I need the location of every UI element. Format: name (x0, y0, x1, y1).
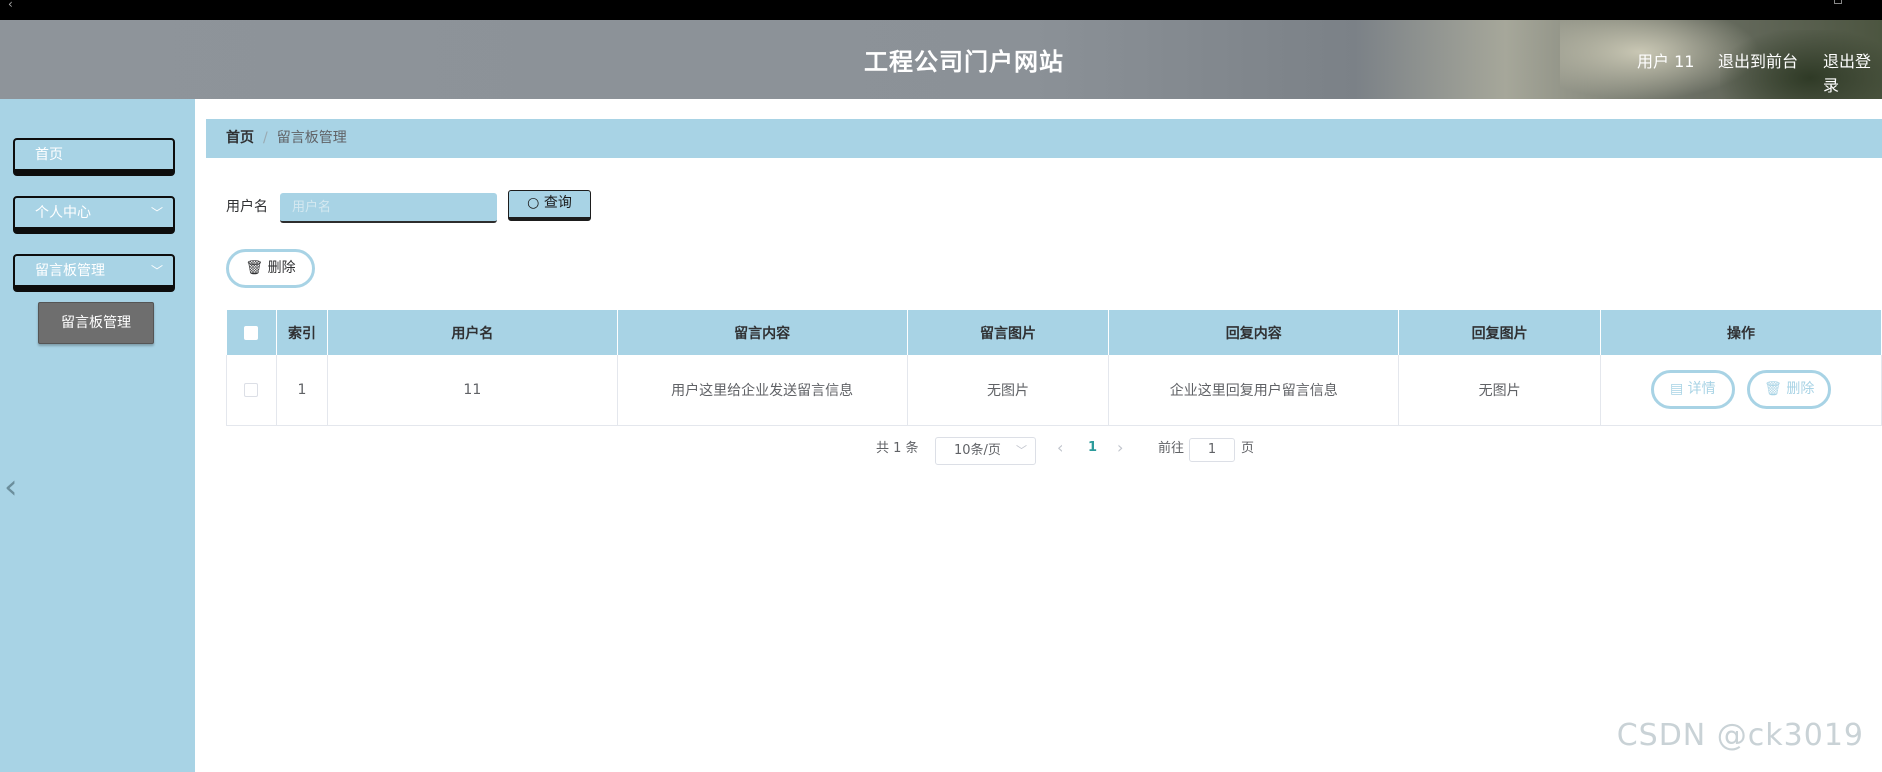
column-header-content: 留言内容 (617, 310, 908, 355)
row-checkbox[interactable] (244, 382, 259, 397)
search-button-label: 查询 (543, 195, 572, 211)
page-size-select[interactable]: 10条/页 ﹀ (935, 437, 1036, 465)
detail-button[interactable]: ▤ 详情 (1650, 370, 1735, 410)
breadcrumb-current: 留言板管理 (276, 130, 347, 146)
sidebar: 首页 个人中心 ﹀ 留言板管理 ﹀ 留言板管理 ‹ (0, 99, 195, 772)
cell-actions: ▤ 详情 🗑 删除 (1600, 355, 1882, 426)
watermark: CSDN @ck3019 (1616, 718, 1864, 753)
cell-reply: 企业这里回复用户留言信息 (1108, 355, 1400, 426)
column-header-index: 索引 (276, 310, 328, 355)
sidebar-item-label: 个人中心 (35, 205, 91, 221)
breadcrumb-home[interactable]: 首页 (226, 130, 254, 146)
row-delete-label: 删除 (1786, 381, 1815, 398)
column-header-reply-image: 回复图片 (1398, 310, 1602, 355)
search-button[interactable]: ○ 查询 (508, 190, 591, 221)
sidebar-item-message-board[interactable]: 留言板管理 ﹀ (13, 254, 175, 292)
page-size-value: 10条/页 (954, 443, 1001, 458)
search-username-label: 用户名 (226, 199, 268, 215)
document-icon: ▤ (1669, 381, 1684, 398)
pagination-total: 共 1 条 (876, 441, 919, 456)
sidebar-item-personal-center[interactable]: 个人中心 ﹀ (13, 196, 175, 234)
chevron-down-icon: ﹀ (150, 264, 163, 278)
row-select-cell (226, 355, 277, 426)
column-header-image: 留言图片 (907, 310, 1110, 355)
logout-link[interactable]: 退出登录 (1823, 48, 1882, 96)
sidebar-item-label: 首页 (35, 147, 63, 163)
pagination-goto-label: 前往 (1158, 441, 1185, 456)
batch-delete-label: 删除 (267, 260, 296, 276)
prev-page-icon[interactable]: ‹ (1057, 438, 1063, 457)
sidebar-subitem-message-board[interactable]: 留言板管理 (38, 302, 154, 344)
column-header-username: 用户名 (327, 310, 618, 355)
cell-reply-image: 无图片 (1398, 355, 1602, 426)
column-header-reply: 回复内容 (1108, 310, 1400, 355)
message-table: 索引 用户名 留言内容 留言图片 回复内容 回复图片 操作 1 11 用户这里给… (226, 310, 1882, 426)
trash-icon: 🗑 (1764, 381, 1782, 398)
chevron-down-icon: ﹀ (150, 206, 163, 220)
column-header-actions: 操作 (1600, 310, 1882, 355)
detail-button-label: 详情 (1687, 381, 1716, 398)
window-control-icon[interactable] (1834, 0, 1842, 4)
cell-content: 用户这里给企业发送留言信息 (617, 355, 908, 426)
pagination-goto-input[interactable]: 1 (1189, 438, 1235, 462)
breadcrumb-separator: / (263, 130, 268, 146)
select-all-cell (226, 310, 277, 355)
sidebar-item-home[interactable]: 首页 (13, 138, 175, 176)
main-content: 首页 / 留言板管理 用户名 ○ 查询 🗑 删除 索引 用户名 留言内容 留言图片 … (195, 99, 1882, 772)
sidebar-item-label: 留言板管理 (35, 263, 105, 279)
next-page-icon[interactable]: › (1117, 438, 1123, 457)
batch-delete-button[interactable]: 🗑 删除 (226, 249, 315, 288)
chevron-down-icon: ﹀ (1016, 444, 1027, 457)
select-all-checkbox[interactable] (244, 325, 259, 340)
cell-image: 无图片 (907, 355, 1110, 426)
back-icon[interactable]: ‹ (8, 0, 13, 10)
search-icon: ○ (527, 195, 540, 211)
cell-index: 1 (276, 355, 328, 426)
system-top-bar: ‹ (0, 0, 1882, 20)
trash-icon: 🗑 (245, 260, 264, 276)
site-title: 工程公司门户网站 (864, 48, 1064, 76)
row-delete-button[interactable]: 🗑 删除 (1747, 370, 1832, 410)
table-header-row: 索引 用户名 留言内容 留言图片 回复内容 回复图片 操作 (226, 310, 1882, 355)
current-user-label: 用户 11 (1637, 52, 1695, 71)
cell-username: 11 (327, 355, 618, 426)
pager-current-page[interactable]: 1 (1088, 440, 1097, 455)
pagination-goto-suffix: 页 (1241, 441, 1255, 456)
table-row: 1 11 用户这里给企业发送留言信息 无图片 企业这里回复用户留言信息 无图片 … (226, 355, 1882, 426)
collapse-sidebar-icon[interactable]: ‹ (4, 467, 18, 507)
app-header: 工程公司门户网站 用户 11 退出到前台 退出登录 (0, 20, 1882, 99)
exit-to-front-link[interactable]: 退出到前台 (1718, 48, 1798, 72)
search-username-input[interactable] (280, 193, 497, 223)
breadcrumb: 首页 / 留言板管理 (206, 119, 1882, 158)
